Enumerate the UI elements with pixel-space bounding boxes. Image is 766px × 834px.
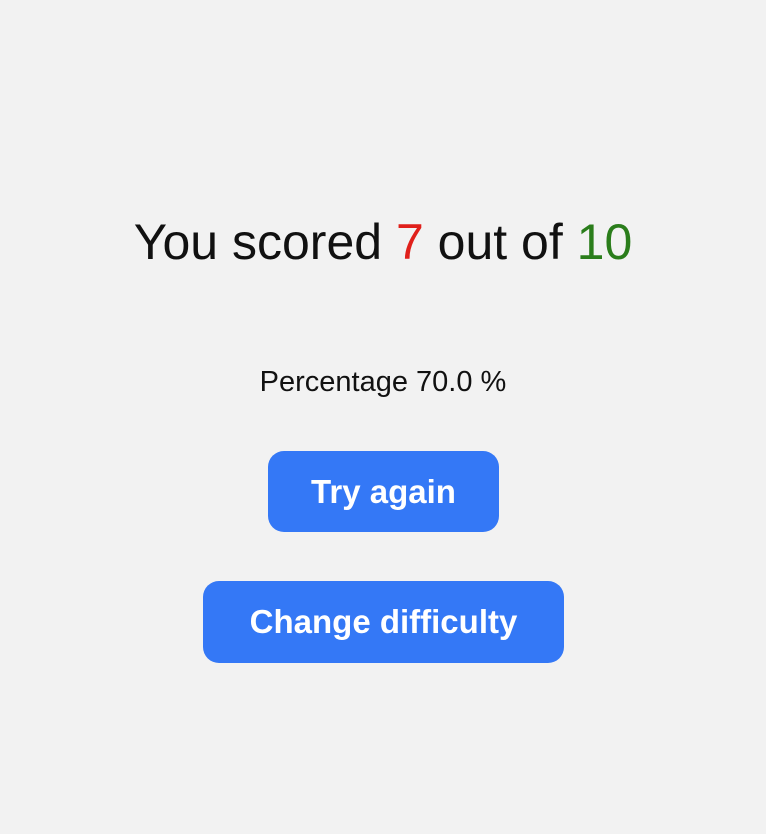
score-middle-text: out of — [423, 214, 577, 270]
try-again-button[interactable]: Try again — [268, 451, 499, 532]
percentage-unit: % — [480, 366, 507, 398]
percentage-value: 70.0 — [416, 366, 473, 398]
percentage-summary: Percentage 70.0 % — [0, 364, 766, 400]
results-screen: You scored 7 out of 10 Percentage 70.0 %… — [0, 0, 766, 834]
score-prefix-text: You scored — [133, 214, 396, 270]
percentage-label: Percentage — [259, 366, 408, 398]
total-count: 10 — [576, 214, 633, 270]
change-difficulty-button[interactable]: Change difficulty — [203, 581, 564, 663]
score-summary: You scored 7 out of 10 — [0, 212, 766, 272]
correct-count: 7 — [395, 214, 424, 270]
